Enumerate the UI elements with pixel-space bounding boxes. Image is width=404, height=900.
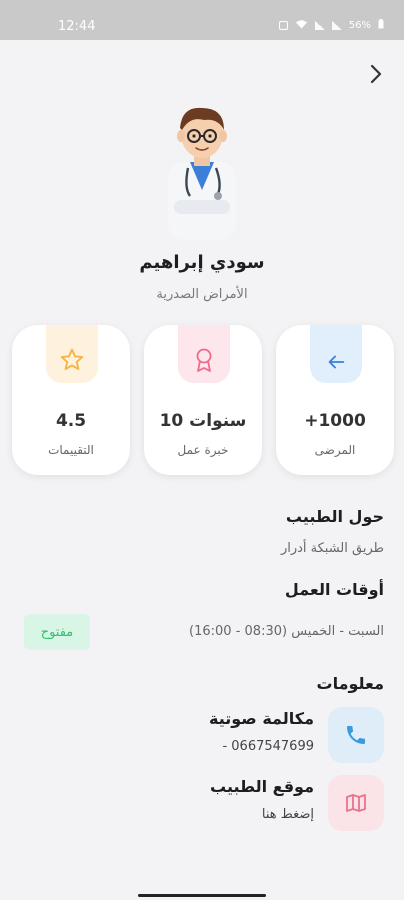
open-status-badge: مفتوح <box>24 614 90 650</box>
signal-icon-2 <box>331 21 342 30</box>
arrow-left-icon <box>328 355 345 369</box>
stat-value: 10 سنوات <box>159 411 247 431</box>
about-title: حول الطبيب <box>285 507 384 526</box>
stat-label: خبرة عمل <box>177 443 229 457</box>
about-text: طريق الشبكة أدرار <box>280 541 384 556</box>
doctor-location-row[interactable]: موقع الطبيب إضغط هنا <box>20 775 384 831</box>
stats-row: 4.5 التقييمات 10 سنوات خبرة عمل +1000 ال… <box>12 325 394 475</box>
info-title: معلومات <box>316 674 385 693</box>
phone-number[interactable]: 0667547699 - <box>222 739 314 754</box>
stat-label: التقييمات <box>48 443 94 457</box>
battery-icon <box>378 19 384 32</box>
voice-call-title: مكالمة صوتية <box>209 709 314 728</box>
location-link[interactable]: إضغط هنا <box>262 807 314 822</box>
voice-call-row[interactable]: مكالمة صوتية 0667547699 - <box>20 707 384 763</box>
vibrate-icon <box>278 21 288 30</box>
chevron-right-icon <box>370 64 382 84</box>
phone-icon <box>347 726 365 744</box>
doctor-name: سودي إبراهيم <box>139 252 265 273</box>
wifi-icon <box>295 19 308 32</box>
stat-icon-box <box>46 325 98 383</box>
award-icon <box>196 348 212 372</box>
stat-icon-box <box>178 325 230 383</box>
stat-card-rating: 4.5 التقييمات <box>12 325 130 475</box>
back-button[interactable] <box>364 62 388 86</box>
star-icon <box>60 348 84 370</box>
battery-text: 56% <box>348 20 371 31</box>
hours-text: السبت - الخميس (08:30 - 16:00) <box>189 624 384 639</box>
signal-icon <box>314 21 325 30</box>
call-icon-box[interactable] <box>328 707 384 763</box>
stat-card-experience: 10 سنوات خبرة عمل <box>144 325 262 475</box>
status-bar: 12:44 56% <box>0 0 404 40</box>
home-indicator[interactable] <box>138 894 266 897</box>
stat-icon-box <box>310 325 362 383</box>
doctor-avatar <box>160 100 244 240</box>
stat-card-patients: +1000 المرضى <box>276 325 394 475</box>
location-title: موقع الطبيب <box>210 777 314 796</box>
map-icon-box[interactable] <box>328 775 384 831</box>
stat-value: +1000 <box>304 411 366 431</box>
hours-title: أوقات العمل <box>284 580 384 599</box>
status-icons: 56% <box>278 19 384 32</box>
status-time: 12:44 <box>58 19 96 34</box>
stat-label: المرضى <box>314 443 356 457</box>
map-icon <box>346 794 366 812</box>
doctor-specialty: الأمراض الصدرية <box>156 287 248 302</box>
stat-value: 4.5 <box>55 411 87 431</box>
